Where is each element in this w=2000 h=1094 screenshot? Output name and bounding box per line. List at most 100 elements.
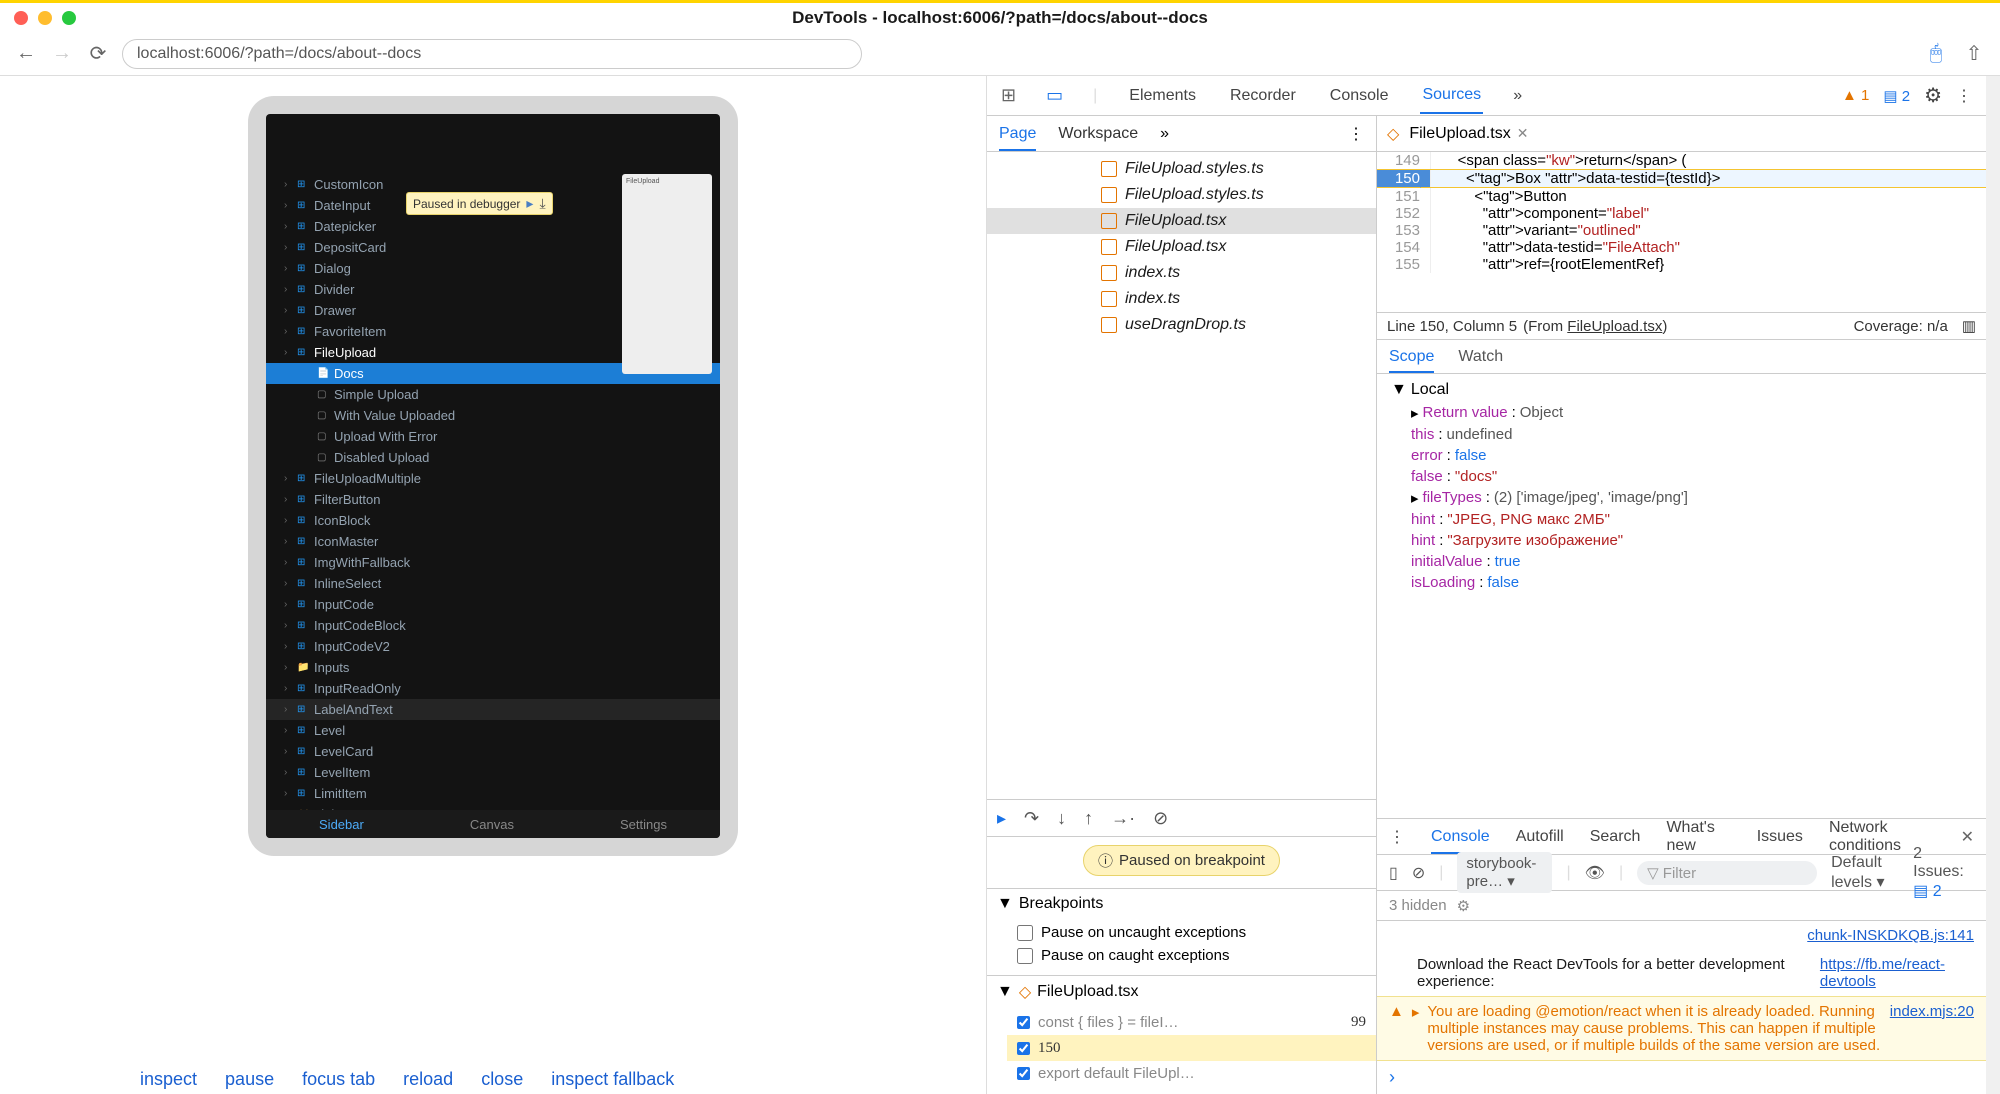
extension-icon[interactable]: ⇧ [1962, 42, 1986, 66]
tab-elements[interactable]: Elements [1127, 79, 1198, 113]
file-tree[interactable]: FileUpload.styles.tsFileUpload.styles.ts… [987, 152, 1376, 799]
file-tree-item[interactable]: FileUpload.styles.ts [987, 182, 1376, 208]
sidebar-item[interactable]: ›⊞InputCode [266, 594, 720, 615]
scope-panel[interactable]: ▼ Local ▸ Return value: Objectthis: unde… [1377, 374, 1986, 818]
tab-scope[interactable]: Scope [1389, 348, 1434, 373]
footer-cmd[interactable]: inspect fallback [551, 1069, 674, 1090]
source-origin-link[interactable]: FileUpload.tsx [1567, 318, 1662, 335]
sidebar-toggle-icon[interactable]: ▯ [1389, 863, 1398, 883]
kebab-icon[interactable]: ⋮ [1956, 86, 1972, 106]
step-over-button[interactable]: ↷ [1024, 808, 1039, 829]
inspect-icon[interactable]: ⊞ [1001, 85, 1016, 106]
gear-icon[interactable]: ⚙ [1457, 897, 1470, 915]
minimize-window[interactable] [38, 11, 52, 25]
storybook-tab[interactable]: Sidebar [319, 817, 364, 832]
kebab-icon[interactable]: ⋮ [1348, 124, 1364, 144]
tab-watch[interactable]: Watch [1458, 348, 1503, 366]
back-button[interactable]: ← [14, 42, 38, 66]
close-window[interactable] [14, 11, 28, 25]
url-input[interactable]: localhost:6006/?path=/docs/about--docs [122, 39, 862, 69]
sidebar-item[interactable]: ›⊞IconBlock [266, 510, 720, 531]
footer-cmd[interactable]: focus tab [302, 1069, 375, 1090]
scope-variable[interactable]: isLoading: false [1385, 572, 1978, 593]
sidebar-item[interactable]: ▢With Value Uploaded [266, 405, 720, 426]
file-tree-item[interactable]: FileUpload.styles.ts [987, 156, 1376, 182]
sidebar-item[interactable]: ▢Upload With Error [266, 426, 720, 447]
console-source-link[interactable]: chunk-INSKDKQB.js:141 [1377, 921, 1986, 950]
forward-button[interactable]: → [50, 42, 74, 66]
react-devtools-link[interactable]: https://fb.me/react-devtools [1820, 956, 1974, 990]
warnings-badge[interactable]: ▲ 1 [1842, 87, 1869, 104]
issues-badge[interactable]: 2 Issues: ▤ 2 [1913, 845, 1974, 901]
drawer-tab[interactable]: Search [1590, 828, 1641, 846]
tab-workspace[interactable]: Workspace [1058, 125, 1138, 143]
more-tabs-icon[interactable]: » [1513, 87, 1522, 105]
scope-variable[interactable]: hint: "JPEG, PNG макс 2МБ" [1385, 509, 1978, 530]
sidebar-item[interactable]: ›⊞LevelCard [266, 741, 720, 762]
tab-page[interactable]: Page [999, 125, 1036, 151]
sidebar-item[interactable]: ›⊞InlineSelect [266, 573, 720, 594]
file-tree-item[interactable]: FileUpload.tsx [987, 234, 1376, 260]
storybook-tab[interactable]: Canvas [470, 817, 514, 832]
sidebar-item[interactable]: ›⊞InputReadOnly [266, 678, 720, 699]
more-icon[interactable]: ▥ [1962, 317, 1976, 335]
kebab-icon[interactable]: ⋮ [1389, 827, 1405, 847]
sidebar-item[interactable]: ›⊞IconMaster [266, 531, 720, 552]
console-output[interactable]: chunk-INSKDKQB.js:141 Download the React… [1377, 921, 1986, 1094]
file-tree-item[interactable]: index.ts [987, 260, 1376, 286]
step-icon[interactable]: ⤓ [539, 195, 545, 212]
storybook-tab[interactable]: Settings [620, 817, 667, 832]
scope-variable[interactable]: this: undefined [1385, 424, 1978, 445]
drawer-tab[interactable]: Console [1431, 828, 1490, 854]
sidebar-item[interactable]: ›⊞FileUploadMultiple [266, 468, 720, 489]
clear-console-icon[interactable]: ⊘ [1412, 863, 1425, 883]
editor-tab-fileupload[interactable]: FileUpload.tsx ✕ [1409, 125, 1528, 143]
file-tree-item[interactable]: FileUpload.tsx [987, 208, 1376, 234]
sidebar-item[interactable]: ›⊞LevelItem [266, 762, 720, 783]
sidebar-item[interactable]: ›⊞InputCodeBlock [266, 615, 720, 636]
console-prompt[interactable]: › [1377, 1061, 1986, 1094]
scope-variable[interactable]: ▸ fileTypes: (2) ['image/jpeg', 'image/p… [1385, 487, 1978, 509]
sidebar-item[interactable]: ▢Simple Upload [266, 384, 720, 405]
scope-local-header[interactable]: ▼ Local [1385, 378, 1978, 402]
mouse-icon[interactable]: 🖱 [1924, 42, 1948, 66]
more-icon[interactable]: » [1160, 125, 1169, 143]
reload-button[interactable]: ⟳ [86, 42, 110, 66]
resume-icon[interactable]: ▸ [526, 195, 533, 212]
step-button[interactable]: →· [1111, 808, 1135, 829]
breakpoint-row[interactable]: 150 [1007, 1035, 1376, 1061]
tab-recorder[interactable]: Recorder [1228, 79, 1298, 113]
console-filter[interactable]: ▽ Filter [1637, 861, 1817, 885]
scope-variable[interactable]: ▸ Return value: Object [1385, 402, 1978, 424]
file-tree-item[interactable]: useDragnDrop.ts [987, 312, 1376, 338]
drawer-tab[interactable]: Issues [1757, 828, 1803, 846]
drawer-tab[interactable]: What's new [1666, 819, 1730, 855]
log-levels-select[interactable]: Default levels ▾ [1831, 854, 1899, 892]
sidebar-item[interactable]: ›📁Inputs [266, 657, 720, 678]
breakpoint-row[interactable]: const { files } = fileI…99 [1017, 1010, 1366, 1035]
resume-button[interactable]: ▸ [997, 808, 1006, 829]
step-into-button[interactable]: ↓ [1057, 808, 1066, 829]
sidebar-item[interactable]: ›⊞LabelAndText [266, 699, 720, 720]
tab-sources[interactable]: Sources [1420, 78, 1483, 114]
scope-variable[interactable]: initialValue: true [1385, 551, 1978, 572]
scope-variable[interactable]: error: false [1385, 445, 1978, 466]
scope-variable[interactable]: false: "docs" [1385, 466, 1978, 487]
sidebar-item[interactable]: ›⊞LimitItem [266, 783, 720, 804]
footer-cmd[interactable]: pause [225, 1069, 274, 1090]
file-tree-item[interactable]: index.ts [987, 286, 1376, 312]
sidebar-item[interactable]: ›⊞InputCodeV2 [266, 636, 720, 657]
sidebar-item[interactable]: ›⊞FilterButton [266, 489, 720, 510]
messages-badge[interactable]: ▤ 2 [1883, 87, 1910, 105]
deactivate-breakpoints-button[interactable]: ⊘ [1153, 808, 1168, 829]
device-toggle-icon[interactable]: ▭ [1046, 85, 1063, 106]
close-drawer-icon[interactable]: ✕ [1961, 827, 1974, 847]
pause-uncaught-checkbox[interactable]: Pause on uncaught exceptions [1017, 921, 1366, 944]
tab-console[interactable]: Console [1328, 79, 1391, 113]
code-editor[interactable]: 149 <span class="kw">return</span> (150 … [1377, 152, 1986, 312]
sidebar-item[interactable]: ▢Disabled Upload [266, 447, 720, 468]
close-tab-icon[interactable]: ✕ [1517, 125, 1529, 142]
sidebar-item[interactable]: ›⊞Level [266, 720, 720, 741]
step-out-button[interactable]: ↑ [1084, 808, 1093, 829]
storybook-screen[interactable]: Paused in debugger ▸ ⤓ FileUpload ›⊞Cust… [266, 114, 720, 838]
